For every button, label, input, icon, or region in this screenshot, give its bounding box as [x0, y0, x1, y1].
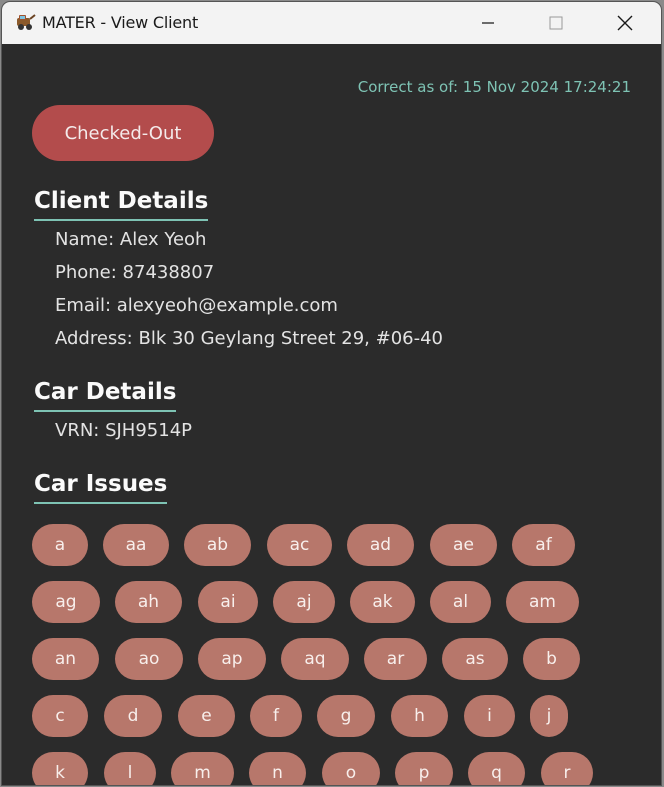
issue-tag[interactable]: k	[32, 752, 88, 785]
issue-tag[interactable]: m	[171, 752, 234, 785]
issue-tag[interactable]: ap	[198, 638, 266, 680]
issue-tag[interactable]: ah	[115, 581, 182, 623]
minimize-icon	[482, 22, 494, 24]
issue-tag[interactable]: b	[523, 638, 580, 680]
issue-tag[interactable]: as	[442, 638, 508, 680]
issue-tag[interactable]: e	[178, 695, 235, 737]
issue-tag[interactable]: c	[32, 695, 88, 737]
client-address: Address: Blk 30 Geylang Street 29, #06-4…	[55, 328, 444, 349]
client-email: Email: alexyeoh@example.com	[55, 295, 338, 316]
car-issues-heading: Car Issues	[34, 469, 168, 504]
issue-tag[interactable]: r	[541, 752, 593, 785]
maximize-icon	[549, 16, 563, 30]
issue-tag[interactable]: ad	[347, 524, 414, 566]
issue-tag[interactable]: ak	[350, 581, 415, 623]
client-name: Name: Alex Yeoh	[55, 229, 207, 250]
issue-tag[interactable]: h	[391, 695, 448, 737]
issue-tag[interactable]: aj	[273, 581, 335, 623]
car-vrn: VRN: SJH9514P	[55, 420, 193, 441]
issue-tag[interactable]: ae	[430, 524, 497, 566]
issue-tag[interactable]: j	[530, 695, 568, 737]
issue-tag[interactable]: p	[395, 752, 453, 785]
status-button[interactable]: Checked-Out	[32, 105, 214, 161]
close-icon	[617, 15, 633, 31]
issue-tag[interactable]: an	[32, 638, 99, 680]
issue-tag[interactable]: o	[322, 752, 380, 785]
issue-tag[interactable]: l	[104, 752, 156, 785]
issue-tag[interactable]: aa	[103, 524, 169, 566]
issue-tag[interactable]: aq	[281, 638, 349, 680]
issue-tag[interactable]: n	[249, 752, 306, 785]
issue-tag[interactable]: d	[104, 695, 162, 737]
client-phone: Phone: 87438807	[55, 262, 215, 283]
client-view-content: Correct as of: 15 Nov 2024 17:24:21 Chec…	[2, 44, 661, 785]
client-details-heading: Client Details	[34, 186, 209, 221]
issue-tag[interactable]: ai	[198, 581, 258, 623]
issue-tag[interactable]: af	[512, 524, 575, 566]
issue-tag[interactable]: f	[250, 695, 302, 737]
issue-tag[interactable]: a	[32, 524, 88, 566]
maximize-button[interactable]	[523, 2, 589, 44]
issue-tag[interactable]: al	[430, 581, 491, 623]
close-button[interactable]	[592, 2, 658, 44]
tow-truck-icon	[17, 14, 36, 30]
title-bar[interactable]: MATER - View Client	[2, 2, 661, 44]
last-updated-timestamp: Correct as of: 15 Nov 2024 17:24:21	[357, 78, 631, 96]
issue-tag[interactable]: i	[464, 695, 515, 737]
issue-tag[interactable]: am	[506, 581, 579, 623]
issue-tag[interactable]: g	[317, 695, 375, 737]
car-details-heading: Car Details	[34, 377, 177, 412]
window-title: MATER - View Client	[42, 13, 199, 32]
minimize-button[interactable]	[455, 2, 521, 44]
issue-tag[interactable]: ao	[115, 638, 183, 680]
issue-tag[interactable]: ac	[267, 524, 332, 566]
issue-tag[interactable]: ag	[32, 581, 100, 623]
issue-tag[interactable]: ar	[364, 638, 427, 680]
issue-tag[interactable]: ab	[184, 524, 251, 566]
view-client-window: MATER - View Client Correct as of: 15 No…	[2, 2, 661, 785]
issue-tag[interactable]: q	[468, 752, 525, 785]
